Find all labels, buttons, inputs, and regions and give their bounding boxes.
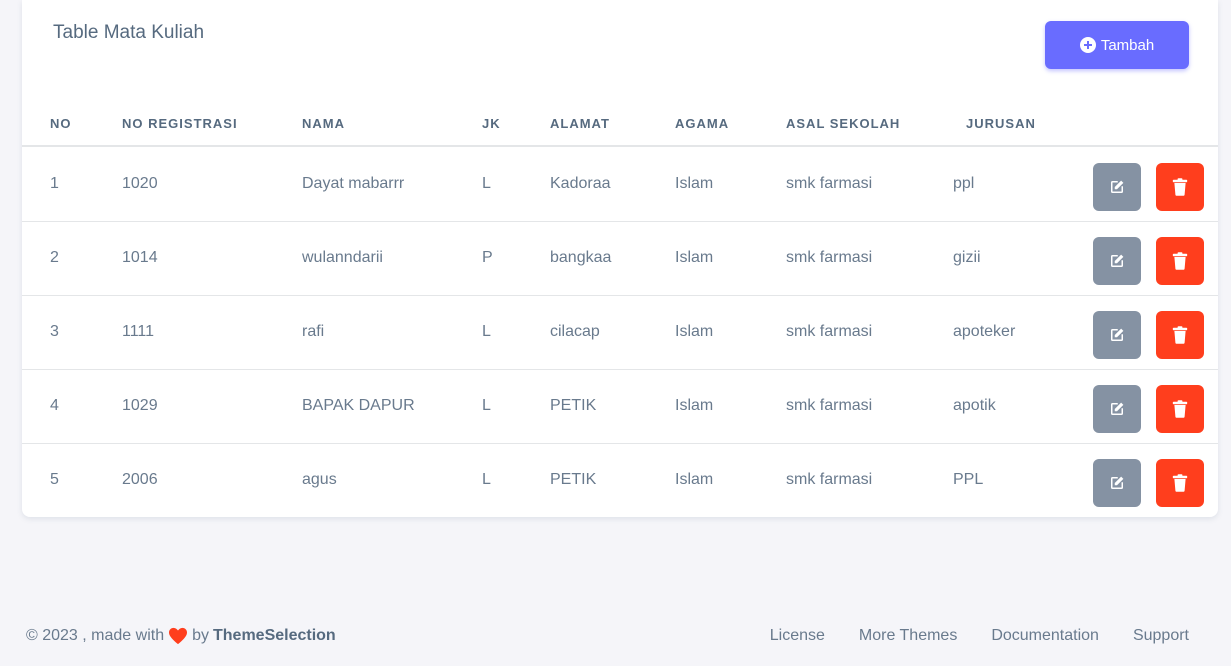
table-row: 3 1111 rafi Lcilacap Islam smk farmasi apoteke… (22, 296, 1218, 370)
cell-nama: wulanndarii (302, 249, 383, 266)
cell-jk: L (482, 323, 491, 340)
cell-agama: Islam (675, 249, 714, 266)
cell-jurusan: PPL (953, 471, 984, 488)
delete-button[interactable] (1156, 385, 1204, 433)
heart-icon (169, 627, 188, 645)
cell-no: 1 (50, 175, 59, 192)
header-jk: JK (482, 116, 501, 131)
cell-no-registrasi: 1111 (122, 323, 155, 340)
footer-link-license[interactable]: License (770, 627, 825, 645)
cell-no: 2 (50, 249, 59, 266)
trash-icon (1172, 326, 1188, 344)
cell-no: 3 (50, 323, 59, 340)
cell-no-registrasi: 1014 (122, 249, 158, 266)
header-agama: AGAMA (675, 116, 730, 131)
edit-icon (1108, 252, 1126, 270)
add-button-label: Tambah (1100, 36, 1155, 54)
cell-jurusan: apotik (953, 397, 996, 414)
table-row: 2 1014 wulanndarii Pbangkaa Islam smk farmasi… (22, 222, 1218, 296)
cell-jurusan: gizii (953, 249, 981, 266)
header-nama: NAMA (302, 116, 345, 131)
footer-links: License More Themes Documentation Suppor… (770, 627, 1189, 645)
cell-no-registrasi: 1020 (122, 175, 158, 192)
cell-no-registrasi: 1029 (122, 397, 158, 414)
card-title: Table Mata Kuliah (53, 22, 205, 43)
edit-button[interactable] (1093, 163, 1141, 211)
table-row: 4 1029 BAPAK DAPUR L PETIK Islam smk farmasi ap… (22, 370, 1218, 444)
cell-no-registrasi: 2006 (122, 471, 158, 488)
footer-link-support[interactable]: Support (1133, 627, 1189, 645)
cell-jk: L (482, 175, 491, 192)
cell-asal-sekolah: smk farmasi (786, 323, 873, 340)
cell-jk: P (482, 249, 493, 266)
cell-alamat: PETIK (550, 397, 597, 414)
table-header: NO NO REGISTRASI NAMA JK ALAMAT AGAMA AS… (22, 100, 1218, 147)
header-alamat: ALAMAT (550, 116, 610, 131)
trash-icon (1172, 400, 1188, 418)
brand-link[interactable]: ThemeSelection (213, 627, 336, 645)
trash-icon (1172, 474, 1188, 492)
trash-icon (1172, 178, 1188, 196)
table-card: Table Mata Kuliah Tambah NO NO REGISTRAS… (22, 0, 1218, 517)
cell-nama: rafi (302, 323, 325, 340)
cell-agama: Islam (675, 175, 714, 192)
delete-button[interactable] (1156, 311, 1204, 359)
edit-button[interactable] (1093, 385, 1141, 433)
cell-agama: Islam (675, 471, 714, 488)
cell-agama: Islam (675, 323, 714, 340)
header-no-registrasi: NO REGISTRASI (122, 116, 238, 131)
cell-jurusan: apoteker (953, 323, 1016, 340)
header-asal-sekolah: ASAL SEKOLAH (786, 116, 901, 131)
edit-icon (1108, 400, 1126, 418)
cell-agama: Islam (675, 397, 714, 414)
edit-icon (1108, 178, 1126, 196)
cell-asal-sekolah: smk farmasi (786, 175, 873, 192)
cell-jk: L (482, 397, 491, 414)
table-row: 1 1020 Dayat mabarrr L Kadoraa Islam smk farma… (22, 148, 1218, 222)
footer-link-documentation[interactable]: Documentation (991, 627, 1099, 645)
header-jurusan: JURUSAN (966, 116, 1036, 131)
cell-alamat: Kadoraa (550, 175, 611, 192)
cell-nama: agus (302, 471, 337, 488)
footer-copyright: © 2023 , made with by ThemeSelection (26, 627, 336, 645)
trash-icon (1172, 252, 1188, 270)
table-row: 5 2006 agus L PETIK Islam smk farmasi PPL (22, 444, 1218, 518)
edit-icon (1108, 474, 1126, 492)
delete-button[interactable] (1156, 237, 1204, 285)
add-button[interactable]: Tambah (1045, 21, 1189, 69)
header-no: NO (50, 116, 72, 131)
edit-icon (1108, 326, 1126, 344)
cell-alamat: bangkaa (550, 249, 612, 266)
cell-jk: L (482, 471, 491, 488)
copyright-text: © 2023 , made with (26, 627, 165, 644)
delete-button[interactable] (1156, 459, 1204, 507)
edit-button[interactable] (1093, 311, 1141, 359)
edit-button[interactable] (1093, 459, 1141, 507)
cell-no: 4 (50, 397, 59, 414)
by-text: by (192, 627, 209, 644)
cell-jurusan: ppl (953, 175, 975, 192)
footer-link-more-themes[interactable]: More Themes (859, 627, 957, 645)
cell-alamat: PETIK (550, 471, 597, 488)
delete-button[interactable] (1156, 163, 1204, 211)
edit-button[interactable] (1093, 237, 1141, 285)
cell-alamat: cilacap (550, 323, 600, 340)
cell-asal-sekolah: smk farmasi (786, 249, 873, 266)
cell-nama: Dayat mabarrr (302, 175, 405, 192)
cell-no: 5 (50, 471, 59, 488)
plus-circle-icon (1079, 37, 1096, 53)
cell-asal-sekolah: smk farmasi (786, 471, 873, 488)
cell-asal-sekolah: smk farmasi (786, 397, 873, 414)
cell-nama: BAPAK DAPUR (302, 397, 415, 414)
